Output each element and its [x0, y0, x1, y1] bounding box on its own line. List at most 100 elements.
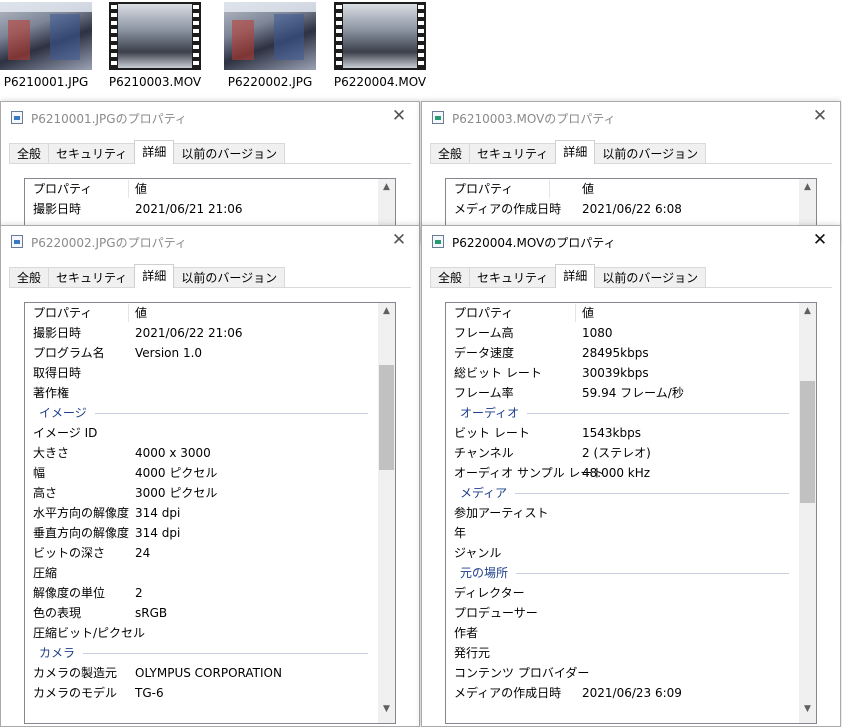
thumbnail-item[interactable]: P6220004.MOV: [325, 0, 435, 89]
tab-security[interactable]: セキュリティ: [469, 143, 557, 164]
property-row[interactable]: 撮影日時 2021/06/22 21:06: [25, 323, 378, 343]
tab-details[interactable]: 詳細: [555, 264, 596, 288]
scroll-thumb[interactable]: [379, 365, 394, 470]
group-label: イメージ: [39, 403, 95, 423]
group-header: カメラ: [25, 643, 378, 663]
property-row[interactable]: 年: [446, 523, 799, 543]
property-row[interactable]: 発行元: [446, 643, 799, 663]
scrollbar[interactable]: ▲ ▼: [799, 303, 816, 723]
property-row[interactable]: 水平方向の解像度 314 dpi: [25, 503, 378, 523]
property-value: OLYMPUS CORPORATION: [135, 666, 282, 680]
property-row[interactable]: フレーム高 1080: [446, 323, 799, 343]
property-row[interactable]: 参加アーティスト: [446, 503, 799, 523]
header-property[interactable]: プロパティ: [454, 179, 513, 199]
property-row[interactable]: 色の表現 sRGB: [25, 603, 378, 623]
header-value[interactable]: 値: [582, 303, 594, 323]
property-row[interactable]: 高さ 3000 ピクセル: [25, 483, 378, 503]
title-bar[interactable]: P6220004.MOVのプロパティ ✕: [422, 226, 840, 256]
property-name: フレーム率: [454, 386, 514, 400]
title-bar[interactable]: P6210003.MOVのプロパティ ✕: [422, 102, 840, 132]
header-property[interactable]: プロパティ: [33, 179, 92, 199]
tab-previous-versions[interactable]: 以前のバージョン: [594, 143, 707, 164]
property-row[interactable]: プロデューサー: [446, 603, 799, 623]
scrollbar[interactable]: ▲ ▼: [378, 303, 395, 723]
property-row[interactable]: カメラのモデル TG-6: [25, 683, 378, 703]
header-value[interactable]: 値: [582, 179, 594, 199]
property-row[interactable]: ジャンル: [446, 543, 799, 563]
scroll-up-icon[interactable]: ▲: [799, 303, 816, 320]
property-row[interactable]: データ速度 28495kbps: [446, 343, 799, 363]
close-icon[interactable]: ✕: [810, 230, 830, 250]
mov-file-icon: [432, 235, 444, 248]
property-row[interactable]: イメージ ID: [25, 423, 378, 443]
property-row[interactable]: 大きさ 4000 x 3000: [25, 443, 378, 463]
header-property[interactable]: プロパティ: [454, 303, 513, 323]
property-name: フレーム高: [454, 326, 514, 340]
property-row[interactable]: ビットの深さ 24: [25, 543, 378, 563]
tab-details[interactable]: 詳細: [555, 140, 596, 164]
title-bar[interactable]: P6210001.JPGのプロパティ ✕: [1, 102, 419, 132]
property-row[interactable]: 圧縮: [25, 563, 378, 583]
tab-details[interactable]: 詳細: [134, 264, 175, 288]
close-icon[interactable]: ✕: [810, 106, 830, 126]
title-bar[interactable]: P6220002.JPGのプロパティ ✕: [1, 226, 419, 256]
tab-security[interactable]: セキュリティ: [48, 267, 136, 288]
list-header: プロパティ 値: [446, 179, 799, 199]
property-value: 2021/06/22 21:06: [135, 326, 243, 340]
tab-general[interactable]: 全般: [430, 143, 471, 164]
property-row[interactable]: メディアの作成日時 2021/06/22 6:08: [446, 199, 799, 219]
scroll-thumb[interactable]: [800, 381, 815, 503]
property-row[interactable]: プログラム名 Version 1.0: [25, 343, 378, 363]
scroll-down-icon[interactable]: ▼: [799, 701, 816, 718]
group-label: 元の場所: [460, 563, 517, 583]
property-row[interactable]: メディアの作成日時 2021/06/23 6:09: [446, 683, 799, 703]
scroll-up-icon[interactable]: ▲: [378, 179, 395, 196]
tab-security[interactable]: セキュリティ: [48, 143, 136, 164]
property-row[interactable]: カメラの製造元 OLYMPUS CORPORATION: [25, 663, 378, 683]
tab-previous-versions[interactable]: 以前のバージョン: [173, 267, 286, 288]
tab-general[interactable]: 全般: [9, 143, 50, 164]
scroll-up-icon[interactable]: ▲: [799, 179, 816, 196]
list-header: プロパティ 値: [25, 303, 378, 323]
property-row[interactable]: 取得日時: [25, 363, 378, 383]
property-row[interactable]: ディレクター: [446, 583, 799, 603]
tab-previous-versions[interactable]: 以前のバージョン: [594, 267, 707, 288]
close-icon[interactable]: ✕: [389, 106, 409, 126]
property-row[interactable]: 撮影日時 2021/06/21 21:06: [25, 199, 378, 219]
property-value: 24: [135, 546, 151, 560]
thumbnail-caption: P6210003.MOV: [108, 75, 202, 89]
close-icon[interactable]: ✕: [389, 230, 409, 250]
property-value: 1080: [582, 326, 613, 340]
property-row[interactable]: 幅 4000 ピクセル: [25, 463, 378, 483]
property-list[interactable]: プロパティ 値 撮影日時 2021/06/22 21:06 プログラム名 Versio…: [24, 302, 396, 724]
property-row[interactable]: フレーム率 59.94 フレーム/秒: [446, 383, 799, 403]
thumbnail-item[interactable]: P6210001.JPG: [0, 0, 101, 89]
property-name: 垂直方向の解像度: [33, 526, 130, 540]
property-row[interactable]: ビット レート 1543kbps: [446, 423, 799, 443]
property-row[interactable]: 作者: [446, 623, 799, 643]
tab-security[interactable]: セキュリティ: [469, 267, 557, 288]
property-row[interactable]: 著作権: [25, 383, 378, 403]
property-row[interactable]: コンテンツ プロバイダー: [446, 663, 799, 683]
property-row[interactable]: 垂直方向の解像度 314 dpi: [25, 523, 378, 543]
properties-dialog: P6210003.MOVのプロパティ ✕ 全般 セキュリティ 詳細 以前のバージ…: [421, 101, 841, 243]
header-property[interactable]: プロパティ: [33, 303, 92, 323]
thumbnail-item[interactable]: P6210003.MOV: [100, 0, 210, 89]
property-row[interactable]: チャンネル 2 (ステレオ): [446, 443, 799, 463]
property-row[interactable]: 圧縮ビット/ピクセル: [25, 623, 378, 643]
header-value[interactable]: 値: [135, 303, 147, 323]
property-row[interactable]: 総ビット レート 30039kbps: [446, 363, 799, 383]
property-row[interactable]: 解像度の単位 2: [25, 583, 378, 603]
tab-general[interactable]: 全般: [430, 267, 471, 288]
property-name: 発行元: [454, 646, 491, 660]
property-row[interactable]: オーディオ サンプル レート 48.000 kHz: [446, 463, 799, 483]
header-value[interactable]: 値: [135, 179, 147, 199]
scroll-up-icon[interactable]: ▲: [378, 303, 395, 320]
group-label: メディア: [460, 483, 516, 503]
tab-previous-versions[interactable]: 以前のバージョン: [173, 143, 286, 164]
property-list[interactable]: プロパティ 値 フレーム高 1080 データ速度 28495kbps 総ビット レート 3…: [445, 302, 817, 724]
tab-general[interactable]: 全般: [9, 267, 50, 288]
scroll-down-icon[interactable]: ▼: [378, 701, 395, 718]
tab-details[interactable]: 詳細: [134, 140, 175, 164]
thumbnail-item[interactable]: P6220002.JPG: [215, 0, 325, 89]
